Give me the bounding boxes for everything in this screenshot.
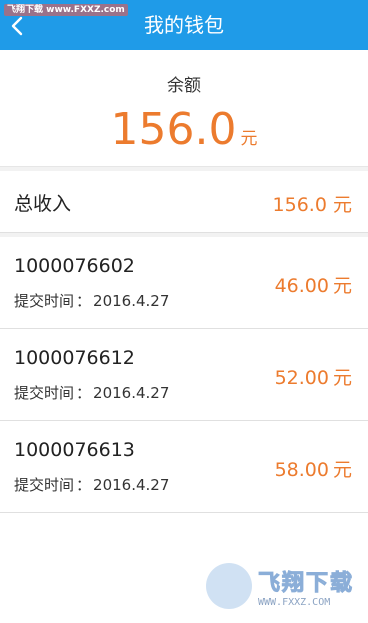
record-date: 2016.4.27 [93,476,170,494]
record-time: 提交时间： 2016.4.27 [14,474,169,495]
record-amount: 58.00 元 [275,455,352,482]
record-date: 2016.4.27 [93,292,170,310]
total-income-row: 总收入 156.0 元 [0,171,368,233]
record-amount-value: 58.00 [274,459,329,481]
brand-logo-icon [206,563,252,609]
list-item[interactable]: 1000076602 提交时间： 2016.4.27 46.00 元 [0,237,368,329]
app-header: 飞翔下载 www.FXXZ.com 我的钱包 [0,0,368,50]
record-amount-value: 46.00 [274,275,329,297]
list-item[interactable]: 1000076612 提交时间： 2016.4.27 52.00 元 [0,329,368,421]
record-time-label: 提交时间 [14,292,75,310]
total-income-unit: 元 [332,194,352,216]
record-id: 1000076602 [14,255,135,277]
record-amount: 52.00 元 [275,363,352,390]
record-id: 1000076613 [14,439,135,461]
record-amount-unit: 元 [332,275,352,297]
record-date: 2016.4.27 [93,384,170,402]
record-time-label: 提交时间 [14,476,75,494]
total-income-label: 总收入 [14,193,72,215]
watermark-logo: 飞翔下载 WWW.FXXZ.COM [206,563,362,613]
total-income-amount: 156.0 [272,194,327,216]
record-amount: 46.00 元 [275,271,352,298]
balance-label: 余额 [167,76,201,96]
record-time-label: 提交时间 [14,384,75,402]
balance-unit: 元 [240,129,258,149]
watermark-url: WWW.FXXZ.COM [258,597,331,608]
record-amount-unit: 元 [332,367,352,389]
page-title: 我的钱包 [144,13,224,37]
record-amount-unit: 元 [332,459,352,481]
balance-value: 156.0 [110,104,237,155]
record-time-sep: ： [76,292,92,310]
record-time-sep: ： [76,476,92,494]
balance-amount: 156.0 元 [0,104,368,156]
record-time-sep: ： [76,384,92,402]
record-time: 提交时间： 2016.4.27 [14,290,169,311]
list-item[interactable]: 1000076613 提交时间： 2016.4.27 58.00 元 [0,421,368,513]
record-amount-value: 52.00 [274,367,329,389]
record-time: 提交时间： 2016.4.27 [14,382,169,403]
balance-card: 余额 156.0 元 [0,50,368,167]
total-income-value: 156.0 元 [273,190,352,217]
record-id: 1000076612 [14,347,135,369]
watermark-brand: 飞翔下载 [257,571,355,597]
withdraw-record-list: 1000076602 提交时间： 2016.4.27 46.00 元 1000076… [0,237,368,513]
